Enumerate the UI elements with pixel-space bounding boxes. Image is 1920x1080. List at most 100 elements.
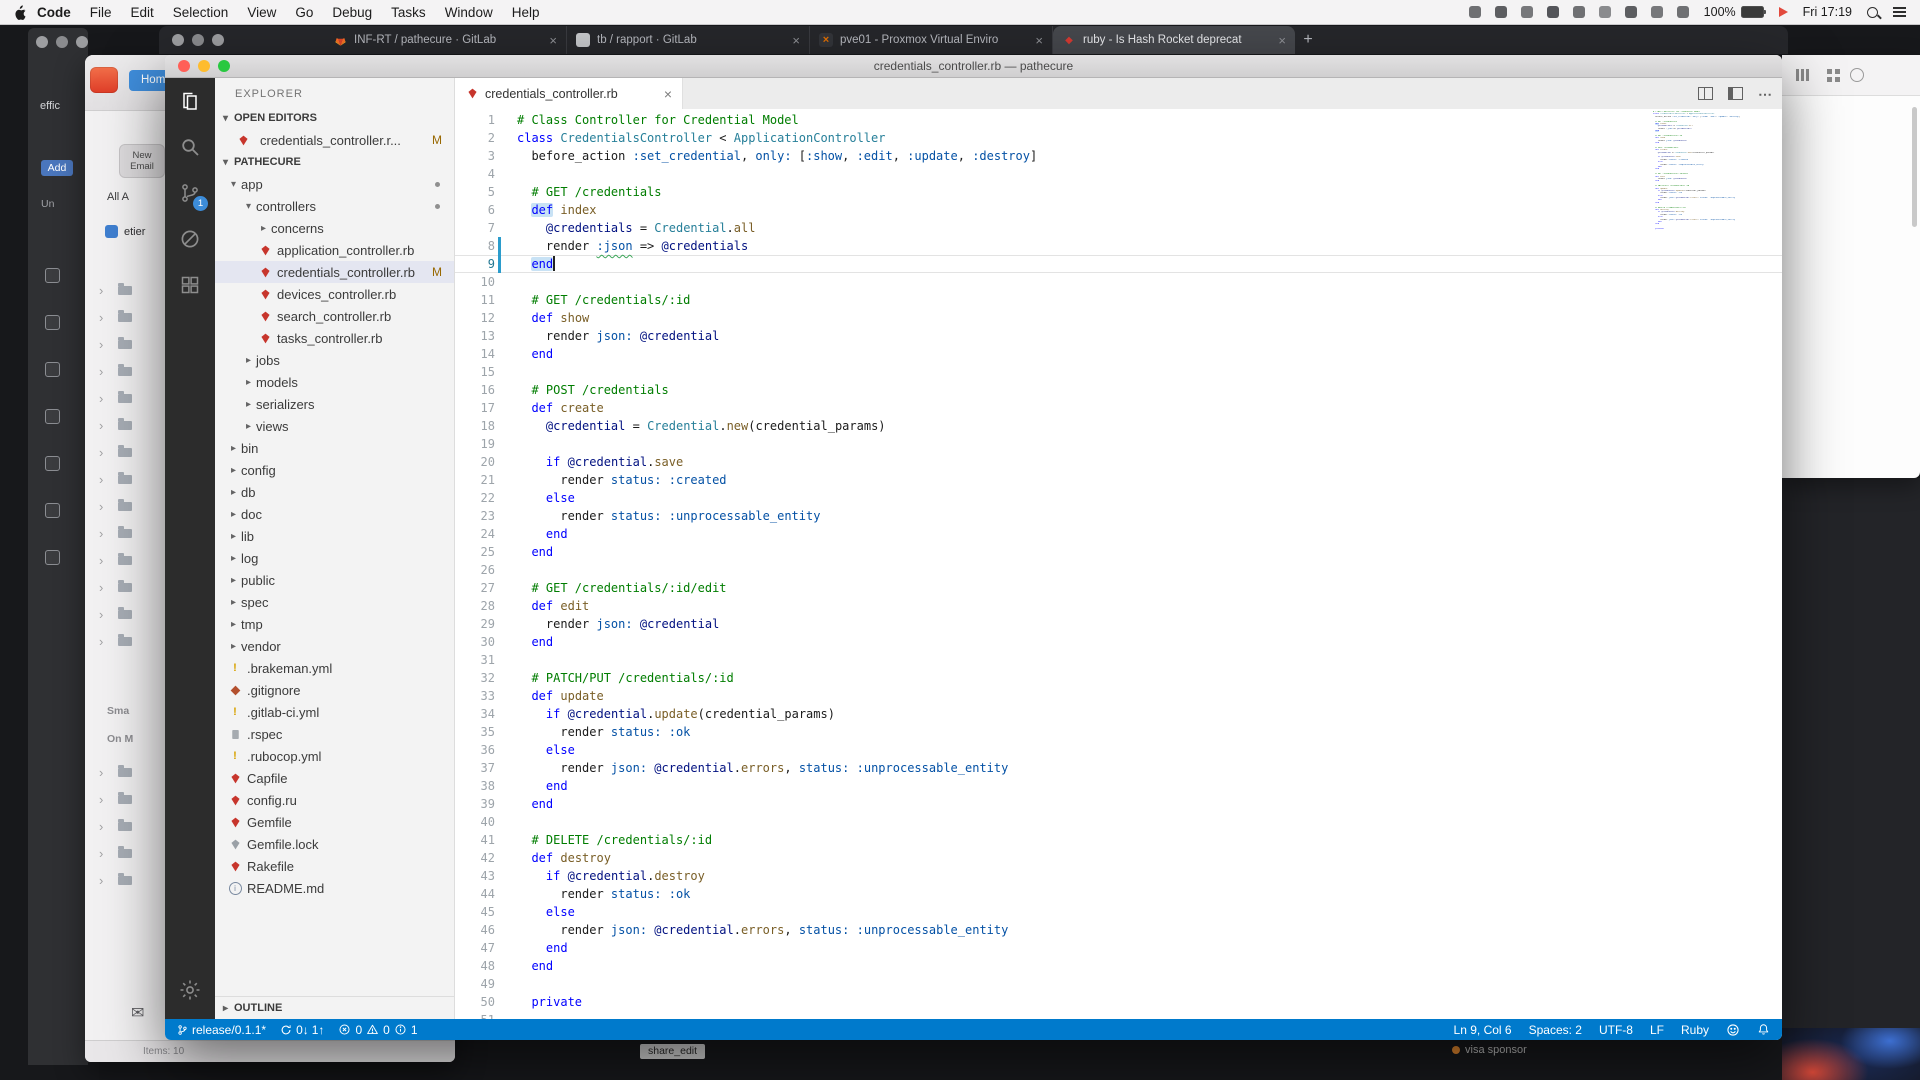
code-line[interactable]: 48 end bbox=[455, 957, 1782, 975]
menu-tasks[interactable]: Tasks bbox=[391, 5, 426, 20]
tree-folder-vendor[interactable]: ▸vendor bbox=[215, 635, 454, 657]
battery-status[interactable]: 100% bbox=[1704, 5, 1764, 19]
close-tab-icon[interactable]: × bbox=[1035, 33, 1043, 48]
code-line[interactable]: 28 def edit bbox=[455, 597, 1782, 615]
mail-folder-row[interactable]: › bbox=[99, 759, 132, 786]
checkbox[interactable] bbox=[45, 550, 60, 565]
mail-folder-row[interactable]: › bbox=[99, 840, 132, 867]
mail-folder-row[interactable]: › bbox=[99, 601, 132, 628]
new-tab-button[interactable]: + bbox=[1295, 26, 1321, 54]
menubar-app-icon[interactable] bbox=[1573, 6, 1585, 18]
code-line[interactable]: 2class CredentialsController < Applicati… bbox=[455, 129, 1782, 147]
tree-folder-public[interactable]: ▸public bbox=[215, 569, 454, 591]
eol-sequence[interactable]: LF bbox=[1650, 1023, 1664, 1037]
code-line[interactable]: 36 else bbox=[455, 741, 1782, 759]
code-line[interactable]: 11 # GET /credentials/:id bbox=[455, 291, 1782, 309]
mail-folder-row[interactable]: › bbox=[99, 493, 132, 520]
git-branch-status[interactable]: release/0.1.1* bbox=[177, 1023, 266, 1037]
activitybar-debug[interactable] bbox=[165, 216, 215, 262]
minimize-button[interactable] bbox=[192, 34, 204, 46]
mail-folder-row[interactable]: › bbox=[99, 331, 132, 358]
tree-folder-controllers[interactable]: ▾controllers bbox=[215, 195, 454, 217]
menubar-app-icon[interactable] bbox=[1651, 6, 1663, 18]
code-line[interactable]: 50 private bbox=[455, 993, 1782, 1011]
cursor-position[interactable]: Ln 9, Col 6 bbox=[1454, 1023, 1512, 1037]
code-line[interactable]: 9 end bbox=[455, 255, 1782, 273]
code-line[interactable]: 47 end bbox=[455, 939, 1782, 957]
activitybar-settings[interactable] bbox=[165, 967, 215, 1013]
code-line[interactable]: 15 bbox=[455, 363, 1782, 381]
close-tab-icon[interactable]: × bbox=[792, 33, 800, 48]
tree-file-config-ru[interactable]: config.ru bbox=[215, 789, 454, 811]
code-line[interactable]: 34 if @credential.update(credential_para… bbox=[455, 705, 1782, 723]
menubar-app-icon[interactable] bbox=[1547, 6, 1559, 18]
browser-tab[interactable]: tb / rapport · GitLab× bbox=[567, 26, 810, 54]
titlebar[interactable]: credentials_controller.rb — pathecure bbox=[165, 55, 1782, 78]
mail-folder-row[interactable]: › bbox=[99, 574, 132, 601]
tree-folder-spec[interactable]: ▸spec bbox=[215, 591, 454, 613]
tree-file--brakeman-yml[interactable]: !.brakeman.yml bbox=[215, 657, 454, 679]
activitybar-source-control[interactable]: 1 bbox=[165, 170, 215, 216]
new-email-button[interactable]: New Email bbox=[119, 144, 165, 178]
tree-file-readme-md[interactable]: iREADME.md bbox=[215, 877, 454, 899]
tree-folder-lib[interactable]: ▸lib bbox=[215, 525, 454, 547]
code-line[interactable]: 42 def destroy bbox=[455, 849, 1782, 867]
code-line[interactable]: 40 bbox=[455, 813, 1782, 831]
code-line[interactable]: 29 render json: @credential bbox=[455, 615, 1782, 633]
close-button[interactable] bbox=[172, 34, 184, 46]
code-line[interactable]: 13 render json: @credential bbox=[455, 327, 1782, 345]
tree-file--rubocop-yml[interactable]: !.rubocop.yml bbox=[215, 745, 454, 767]
code-line[interactable]: 23 render status: :unprocessable_entity bbox=[455, 507, 1782, 525]
scrollbar-thumb[interactable] bbox=[1912, 107, 1917, 227]
mail-folder-row[interactable]: › bbox=[99, 412, 132, 439]
code-line[interactable]: 44 render status: :ok bbox=[455, 885, 1782, 903]
code-line[interactable]: 25 end bbox=[455, 543, 1782, 561]
tree-folder-app[interactable]: ▾app bbox=[215, 173, 454, 195]
close-tab-icon[interactable]: × bbox=[664, 86, 672, 102]
split-editor-icon[interactable] bbox=[1698, 87, 1713, 100]
code-line[interactable]: 24 end bbox=[455, 525, 1782, 543]
apple-menu-icon[interactable] bbox=[14, 5, 27, 20]
add-button[interactable]: Add bbox=[41, 160, 73, 176]
code-line[interactable]: 41 # DELETE /credentials/:id bbox=[455, 831, 1782, 849]
tree-file-rakefile[interactable]: Rakefile bbox=[215, 855, 454, 877]
tree-file-credentials-controller-rb[interactable]: credentials_controller.rbM bbox=[215, 261, 454, 283]
code-line[interactable]: 33 def update bbox=[455, 687, 1782, 705]
code-line[interactable]: 19 bbox=[455, 435, 1782, 453]
minimap[interactable]: # Class Controller for Credential Modelc… bbox=[1653, 111, 1742, 233]
browser-window-controls[interactable] bbox=[159, 34, 224, 46]
spotlight-icon[interactable] bbox=[1867, 7, 1878, 18]
menu-debug[interactable]: Debug bbox=[332, 5, 372, 20]
mail-folder-row[interactable]: › bbox=[99, 439, 132, 466]
tree-file-search-controller-rb[interactable]: search_controller.rb bbox=[215, 305, 454, 327]
checkbox[interactable] bbox=[45, 362, 60, 377]
mail-folder-row[interactable]: › bbox=[99, 520, 132, 547]
menu-edit[interactable]: Edit bbox=[131, 5, 154, 20]
code-line[interactable]: 18 @credential = Credential.new(credenti… bbox=[455, 417, 1782, 435]
checkbox[interactable] bbox=[45, 456, 60, 471]
minimize-button[interactable] bbox=[56, 36, 68, 48]
tree-file--gitlab-ci-yml[interactable]: !.gitlab-ci.yml bbox=[215, 701, 454, 723]
code-line[interactable]: 12 def show bbox=[455, 309, 1782, 327]
code-line[interactable]: 37 render json: @credential.errors, stat… bbox=[455, 759, 1782, 777]
code-line[interactable]: 6 def index bbox=[455, 201, 1782, 219]
feedback-smiley-icon[interactable] bbox=[1726, 1023, 1740, 1037]
code-line[interactable]: 45 else bbox=[455, 903, 1782, 921]
mail-folder-row[interactable]: › bbox=[99, 466, 132, 493]
notifications-bell-icon[interactable] bbox=[1757, 1023, 1770, 1036]
checkbox[interactable] bbox=[45, 503, 60, 518]
sync-status[interactable]: 0↓1↑ bbox=[280, 1023, 324, 1037]
close-button[interactable] bbox=[36, 36, 48, 48]
tree-folder-doc[interactable]: ▸doc bbox=[215, 503, 454, 525]
browser-tab[interactable]: INF-RT / pathecure · GitLab× bbox=[324, 26, 567, 54]
code-line[interactable]: 21 render status: :created bbox=[455, 471, 1782, 489]
language-mode[interactable]: Ruby bbox=[1681, 1023, 1709, 1037]
code-line[interactable]: 51 bbox=[455, 1011, 1782, 1019]
tree-file--rspec[interactable]: .rspec bbox=[215, 723, 454, 745]
tree-folder-concerns[interactable]: ▸concerns bbox=[215, 217, 454, 239]
mail-folder-row[interactable]: › bbox=[99, 304, 132, 331]
browser-tab[interactable]: ◆ruby - Is Hash Rocket deprecat× bbox=[1053, 26, 1295, 54]
project-header[interactable]: ▾PATHECURE bbox=[215, 151, 454, 173]
tree-file-tasks-controller-rb[interactable]: tasks_controller.rb bbox=[215, 327, 454, 349]
mail-folder-row[interactable]: › bbox=[99, 786, 132, 813]
